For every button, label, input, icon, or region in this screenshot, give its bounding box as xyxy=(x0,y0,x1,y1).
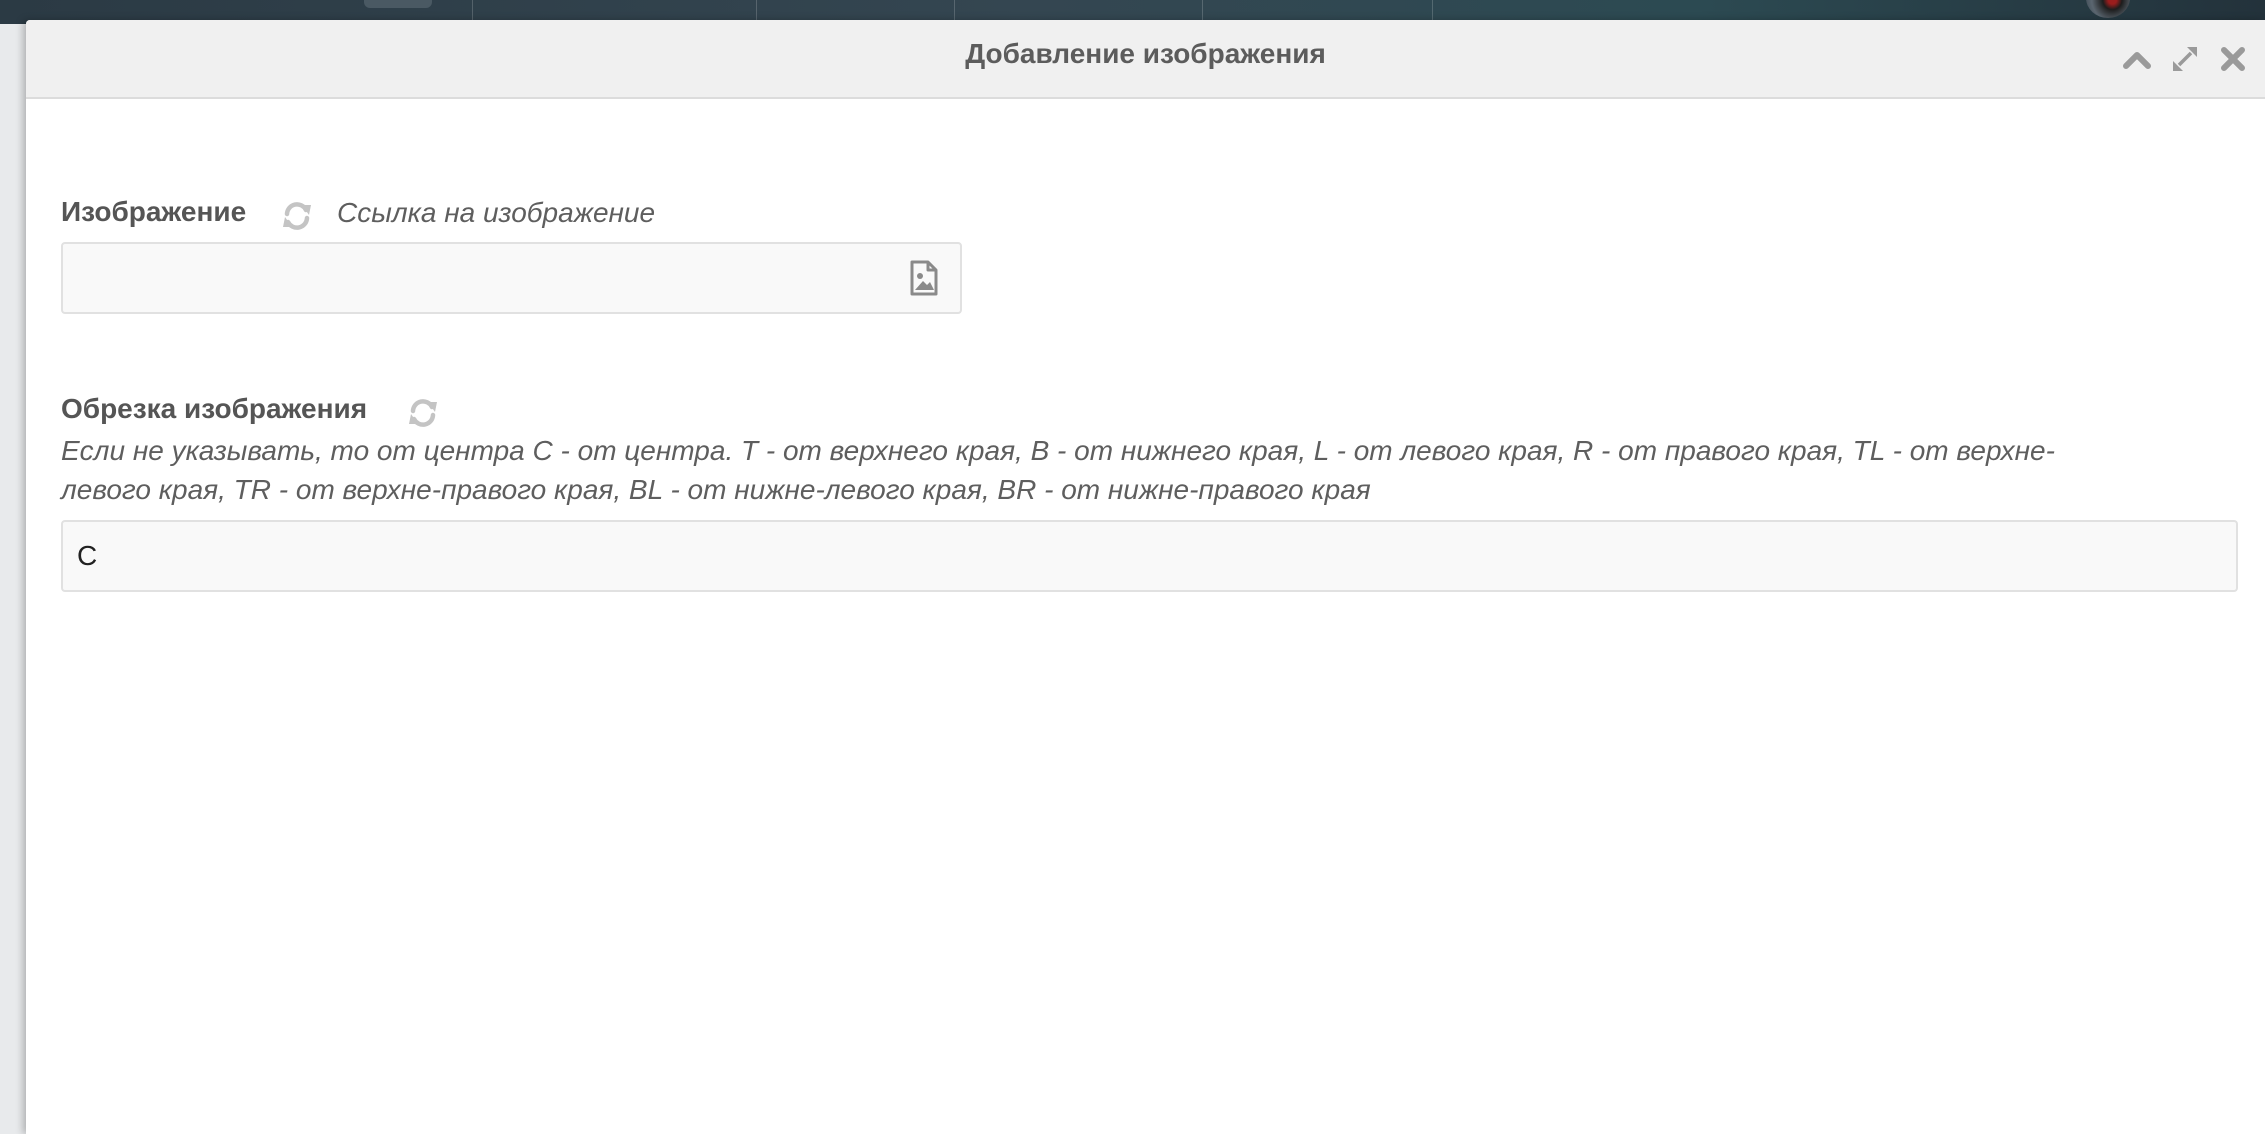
close-icon xyxy=(2221,47,2245,71)
background-left-strip xyxy=(0,24,26,1134)
collapse-button[interactable] xyxy=(2120,42,2154,76)
crop-field-hint-line2: левого края, TR - от верхне-правого края… xyxy=(61,474,1371,505)
image-field-label: Изображение xyxy=(61,196,247,227)
expand-button[interactable] xyxy=(2168,42,2202,76)
file-image-icon[interactable] xyxy=(908,260,940,296)
dialog-title: Добавление изображения xyxy=(965,38,1326,69)
chevron-up-icon xyxy=(2123,52,2151,69)
image-url-input[interactable] xyxy=(61,242,962,314)
topbar-pill xyxy=(364,0,432,8)
image-field-hint: Ссылка на изображение xyxy=(337,197,656,228)
dialog-header: Добавление изображения xyxy=(26,20,2265,99)
crop-mode-input[interactable] xyxy=(61,520,2238,592)
close-button[interactable] xyxy=(2216,42,2250,76)
crop-field-label: Обрезка изображения xyxy=(61,393,368,424)
refresh-icon[interactable] xyxy=(406,396,440,430)
expand-icon xyxy=(2173,47,2197,71)
avatar[interactable] xyxy=(2086,0,2130,18)
refresh-icon[interactable] xyxy=(280,199,314,233)
add-image-dialog: Добавление изображения Изображение Ссылк… xyxy=(26,20,2265,1134)
crop-field-hint-line1: Если не указывать, то от центра C - от ц… xyxy=(61,435,2055,466)
